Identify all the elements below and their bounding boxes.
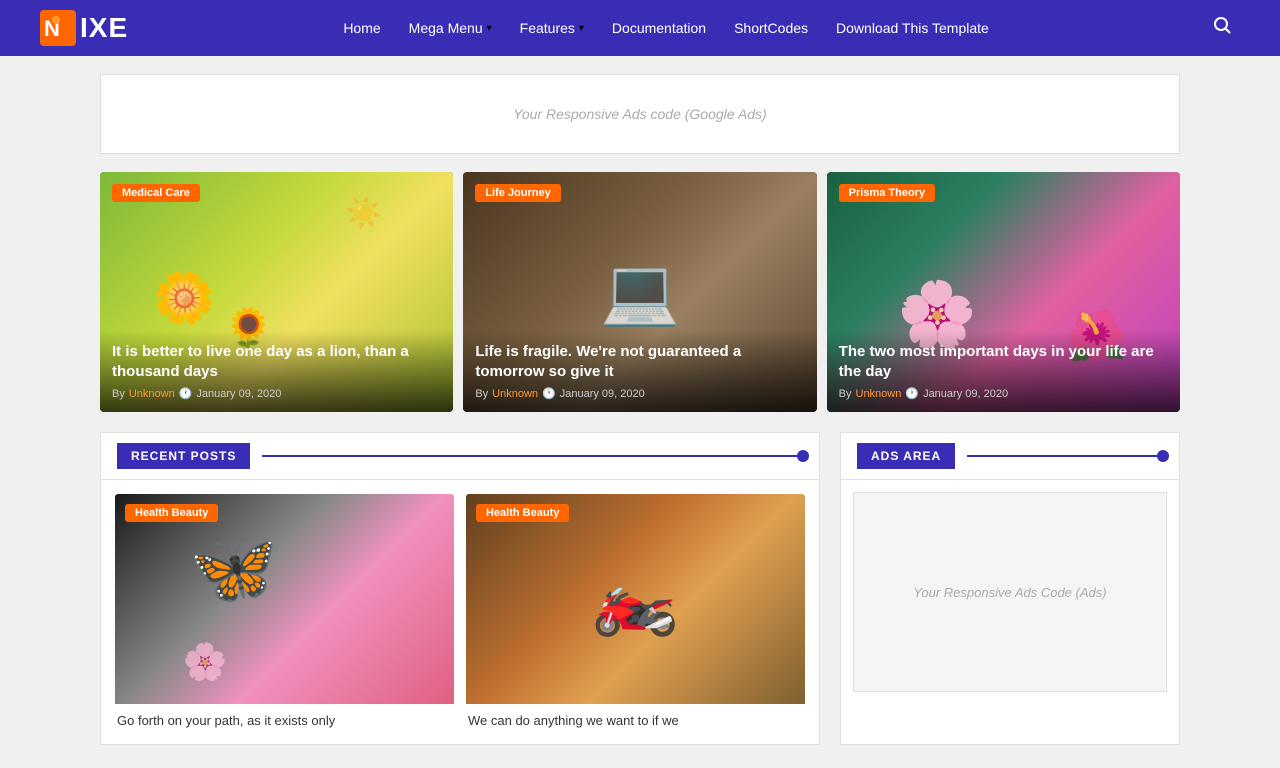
featured-card-3-category[interactable]: Prisma Theory: [839, 184, 935, 202]
featured-card-2-category[interactable]: Life Journey: [475, 184, 560, 202]
sun-icon: ☀️: [345, 196, 382, 231]
ads-panel-title: ADS AREA: [857, 443, 955, 469]
featured-card-1-meta: By Unknown 🕐 January 09, 2020: [112, 387, 441, 400]
motorbike-icon: 🏍️: [592, 558, 679, 640]
featured-card-2-date: January 09, 2020: [560, 388, 645, 400]
recent-posts-header: RECENT POSTS: [101, 433, 819, 480]
featured-card-3-title: The two most important days in your life…: [839, 342, 1168, 381]
recent-card-1-img: 🦋 🌸: [115, 494, 454, 704]
butterfly-icon: 🦋: [189, 525, 279, 610]
featured-grid: 🌼 🌻 ☀️ Medical Care It is better to live…: [100, 172, 1180, 412]
flower-icon-2: 🌸: [183, 641, 228, 683]
recent-posts-panel: RECENT POSTS 🦋 🌸 Health Beauty Go forth …: [100, 432, 820, 745]
featured-card-3-meta: By Unknown 🕐 January 09, 2020: [839, 387, 1168, 400]
ads-panel-header: ADS AREA: [841, 433, 1179, 480]
search-icon: [1212, 15, 1232, 35]
features-arrow: ▾: [579, 23, 584, 34]
recent-card-1-category[interactable]: Health Beauty: [125, 504, 218, 522]
flower-yellow-icon: 🌼: [153, 269, 215, 328]
clock-icon-3: 🕐: [905, 387, 919, 400]
nav-features[interactable]: Features ▾: [520, 20, 584, 36]
by-label-2: By: [475, 388, 488, 400]
nav-shortcodes[interactable]: ShortCodes: [734, 20, 808, 36]
featured-card-1-overlay: It is better to live one day as a lion, …: [100, 330, 453, 412]
featured-card-3-author[interactable]: Unknown: [856, 388, 902, 400]
recent-card-2-img: 🏍️: [466, 494, 805, 704]
ads-content: Your Responsive Ads Code (Ads): [841, 480, 1179, 704]
site-header: N IXE Home Mega Menu ▾ Features ▾ Docume…: [0, 0, 1280, 56]
nav-documentation[interactable]: Documentation: [612, 20, 706, 36]
featured-card-1-author[interactable]: Unknown: [129, 388, 175, 400]
nav-mega-menu[interactable]: Mega Menu ▾: [409, 20, 492, 36]
featured-card-2-meta: By Unknown 🕐 January 09, 2020: [475, 387, 804, 400]
featured-card-3[interactable]: 🌸 🌺 Prisma Theory The two most important…: [827, 172, 1180, 412]
featured-card-1-date: January 09, 2020: [196, 388, 281, 400]
featured-card-1-category[interactable]: Medical Care: [112, 184, 200, 202]
featured-card-3-overlay: The two most important days in your life…: [827, 330, 1180, 412]
featured-card-3-date: January 09, 2020: [923, 388, 1008, 400]
featured-card-1[interactable]: 🌼 🌻 ☀️ Medical Care It is better to live…: [100, 172, 453, 412]
featured-card-2[interactable]: 💻 Life Journey Life is fragile. We're no…: [463, 172, 816, 412]
laptop-icon: 💻: [600, 255, 680, 330]
header-right: [1204, 7, 1240, 49]
by-label-3: By: [839, 388, 852, 400]
ads-panel-header-line: [967, 455, 1163, 457]
clock-icon-1: 🕐: [179, 387, 193, 400]
search-button[interactable]: [1204, 7, 1240, 49]
recent-posts-grid: 🦋 🌸 Health Beauty Go forth on your path,…: [101, 480, 819, 744]
recent-card-2[interactable]: 🏍️ Health Beauty We can do anything we w…: [466, 494, 805, 730]
featured-card-2-overlay: Life is fragile. We're not guaranteed a …: [463, 330, 816, 412]
ads-box-text: Your Responsive Ads Code (Ads): [913, 585, 1106, 600]
featured-card-2-title: Life is fragile. We're not guaranteed a …: [475, 342, 804, 381]
logo[interactable]: N IXE: [40, 10, 128, 46]
recent-card-2-title: We can do anything we want to if we: [466, 712, 805, 730]
ads-panel: ADS AREA Your Responsive Ads Code (Ads): [840, 432, 1180, 745]
bottom-section: RECENT POSTS 🦋 🌸 Health Beauty Go forth …: [100, 432, 1180, 745]
mega-menu-arrow: ▾: [487, 23, 492, 34]
by-label: By: [112, 388, 125, 400]
recent-posts-title: RECENT POSTS: [117, 443, 250, 469]
ads-banner-text: Your Responsive Ads code (Google Ads): [513, 106, 766, 122]
nav-home[interactable]: Home: [343, 20, 380, 36]
recent-card-1-title: Go forth on your path, as it exists only: [115, 712, 454, 730]
ads-banner: Your Responsive Ads code (Google Ads): [100, 74, 1180, 154]
featured-card-1-title: It is better to live one day as a lion, …: [112, 342, 441, 381]
recent-card-1[interactable]: 🦋 🌸 Health Beauty Go forth on your path,…: [115, 494, 454, 730]
logo-text: IXE: [80, 12, 128, 44]
clock-icon-2: 🕐: [542, 387, 556, 400]
recent-card-2-category[interactable]: Health Beauty: [476, 504, 569, 522]
featured-card-2-author[interactable]: Unknown: [492, 388, 538, 400]
main-nav: Home Mega Menu ▾ Features ▾ Documentatio…: [343, 20, 989, 36]
logo-icon: N: [40, 10, 76, 46]
main-wrapper: Your Responsive Ads code (Google Ads) 🌼 …: [90, 74, 1190, 745]
nav-download[interactable]: Download This Template: [836, 20, 989, 36]
recent-posts-header-line: [262, 455, 803, 457]
ads-box: Your Responsive Ads Code (Ads): [853, 492, 1167, 692]
